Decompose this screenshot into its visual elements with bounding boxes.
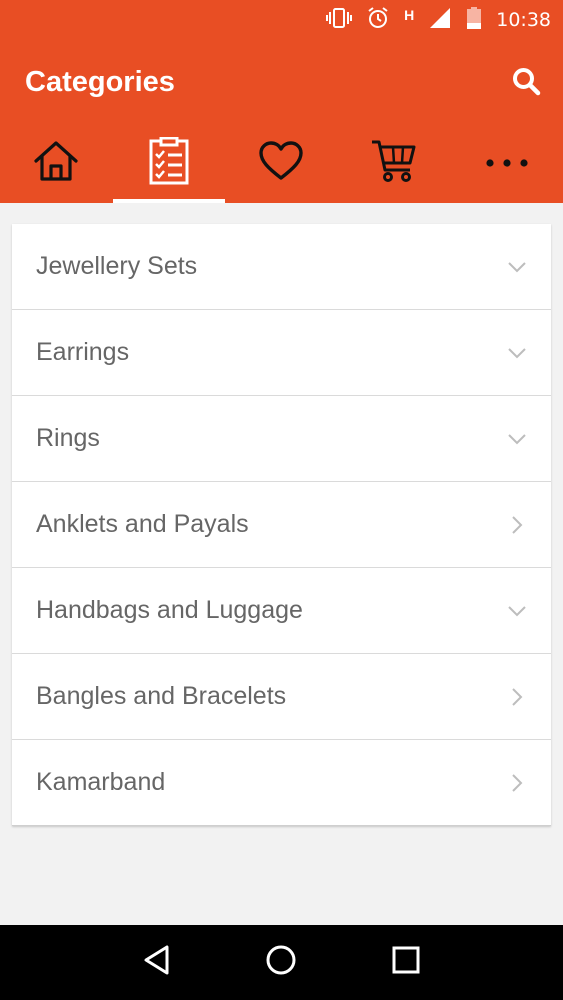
list-item[interactable]: Handbags and Luggage	[12, 568, 551, 654]
app-bar: Categories	[0, 40, 563, 124]
category-label: Anklets and Payals	[36, 510, 249, 538]
heart-icon	[258, 141, 304, 186]
recents-icon	[391, 945, 421, 980]
status-icons: H 10:38	[326, 6, 551, 34]
chevron-right-icon	[507, 687, 527, 707]
chevron-down-icon	[507, 343, 527, 363]
cart-icon	[370, 138, 418, 189]
list-item[interactable]: Earrings	[12, 310, 551, 396]
alarm-icon	[366, 6, 390, 35]
category-label: Earrings	[36, 338, 130, 366]
home-circle-icon	[264, 943, 298, 982]
system-nav-bar	[0, 925, 563, 1000]
category-list: Jewellery Sets Earrings Rings Anklets an…	[12, 224, 551, 826]
category-label: Jewellery Sets	[36, 252, 198, 280]
chevron-right-icon	[507, 515, 527, 535]
category-label: Handbags and Luggage	[36, 596, 303, 624]
tab-wishlist[interactable]	[225, 124, 338, 203]
chevron-right-icon	[507, 773, 527, 793]
page-title: Categories	[25, 66, 175, 98]
vibrate-icon	[326, 7, 353, 34]
categories-list-icon	[148, 136, 190, 190]
chevron-down-icon	[507, 257, 527, 277]
list-item[interactable]: Bangles and Bracelets	[12, 654, 551, 740]
tab-categories[interactable]	[112, 124, 226, 203]
more-dots-icon	[485, 155, 529, 173]
home-icon	[32, 139, 80, 188]
search-icon	[511, 66, 541, 101]
list-item[interactable]: Kamarband	[12, 740, 551, 826]
status-bar: H 10:38	[0, 0, 563, 40]
back-button[interactable]	[137, 943, 177, 983]
search-button[interactable]	[507, 64, 545, 102]
home-button[interactable]	[261, 943, 301, 983]
list-item[interactable]: Rings	[12, 396, 551, 482]
status-time: 10:38	[496, 9, 551, 31]
tab-bar	[0, 124, 563, 203]
category-label: Kamarband	[36, 768, 166, 796]
battery-icon	[466, 6, 482, 35]
content-area: Jewellery Sets Earrings Rings Anklets an…	[0, 203, 563, 925]
signal-icon	[428, 6, 452, 35]
tab-cart[interactable]	[338, 124, 451, 203]
recents-button[interactable]	[386, 943, 426, 983]
category-label: Rings	[36, 424, 100, 452]
tab-home[interactable]	[0, 124, 113, 203]
category-label: Bangles and Bracelets	[36, 682, 287, 710]
chevron-down-icon	[507, 601, 527, 621]
chevron-down-icon	[507, 429, 527, 449]
list-item[interactable]: Jewellery Sets	[12, 224, 551, 310]
network-type: H	[404, 7, 415, 23]
tab-more[interactable]	[450, 124, 563, 203]
list-item[interactable]: Anklets and Payals	[12, 482, 551, 568]
back-icon	[142, 944, 172, 981]
